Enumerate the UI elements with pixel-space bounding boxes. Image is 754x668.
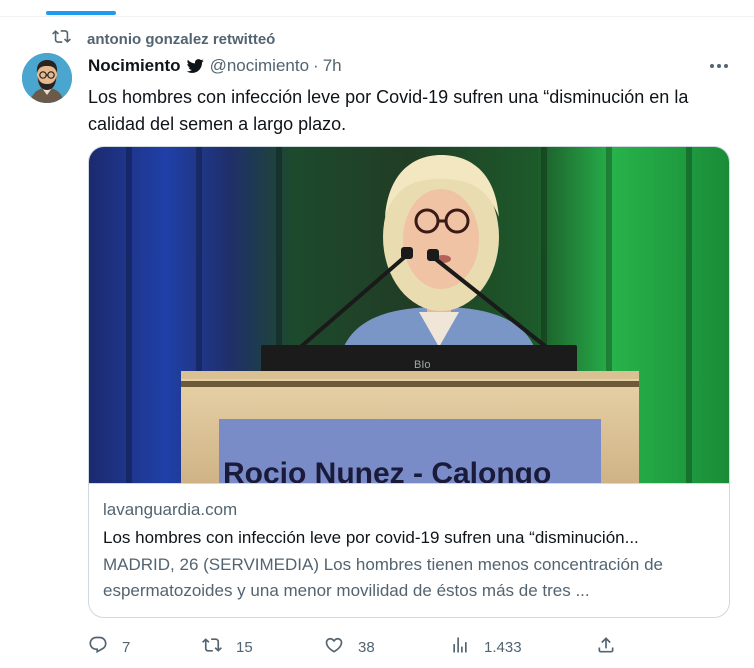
- avatar[interactable]: [22, 53, 72, 103]
- reply-button[interactable]: 7: [88, 634, 130, 660]
- tweet-actions: 7 15 38 1.433: [88, 634, 648, 660]
- tweet-header: Nocimiento @nocimiento · 7h: [88, 54, 342, 78]
- more-icon: [710, 64, 714, 68]
- retweet-count: 15: [236, 638, 253, 656]
- link-card[interactable]: BIo Rocio Nunez - Calongo lavanguardia.c…: [88, 146, 730, 618]
- card-image[interactable]: BIo Rocio Nunez - Calongo: [89, 147, 729, 483]
- card-info[interactable]: lavanguardia.com Los hombres con infecci…: [89, 483, 729, 617]
- share-icon: [596, 635, 616, 660]
- like-button[interactable]: 38: [324, 634, 375, 660]
- card-title: Los hombres con infección leve por covid…: [103, 528, 639, 547]
- card-description: MADRID, 26 (SERVIMEDIA) Los hombres tien…: [103, 555, 663, 600]
- separator-dot: ·: [313, 56, 319, 75]
- reply-icon: [88, 635, 108, 660]
- heart-icon: [324, 635, 344, 660]
- retweet-button[interactable]: 15: [202, 634, 253, 660]
- laptop-label: BIo: [414, 359, 431, 371]
- views-button[interactable]: 1.433: [450, 634, 522, 660]
- tweet-text: Los hombres con infección leve por Covid…: [88, 87, 689, 134]
- podium-name-text: Rocio Nunez - Calongo: [223, 457, 551, 483]
- bird-icon: [186, 57, 204, 75]
- retweet-icon: [202, 635, 222, 660]
- tweet-timestamp[interactable]: 7h: [323, 56, 342, 76]
- card-domain: lavanguardia.com: [103, 500, 238, 519]
- author-handle[interactable]: @nocimiento: [210, 56, 309, 76]
- share-button[interactable]: [596, 634, 616, 660]
- tab-active-indicator: [46, 11, 116, 15]
- more-options-button[interactable]: [704, 56, 734, 76]
- views-icon: [450, 635, 470, 660]
- retweet-icon: [52, 27, 71, 51]
- retweet-context: antonio gonzalez retwitteó: [52, 28, 275, 50]
- retweet-by-label[interactable]: antonio gonzalez retwitteó: [87, 31, 275, 48]
- reply-count: 7: [122, 638, 131, 656]
- like-count: 38: [358, 638, 375, 656]
- divider: [0, 16, 754, 17]
- author-display-name[interactable]: Nocimiento: [88, 56, 181, 76]
- views-count: 1.433: [484, 638, 522, 656]
